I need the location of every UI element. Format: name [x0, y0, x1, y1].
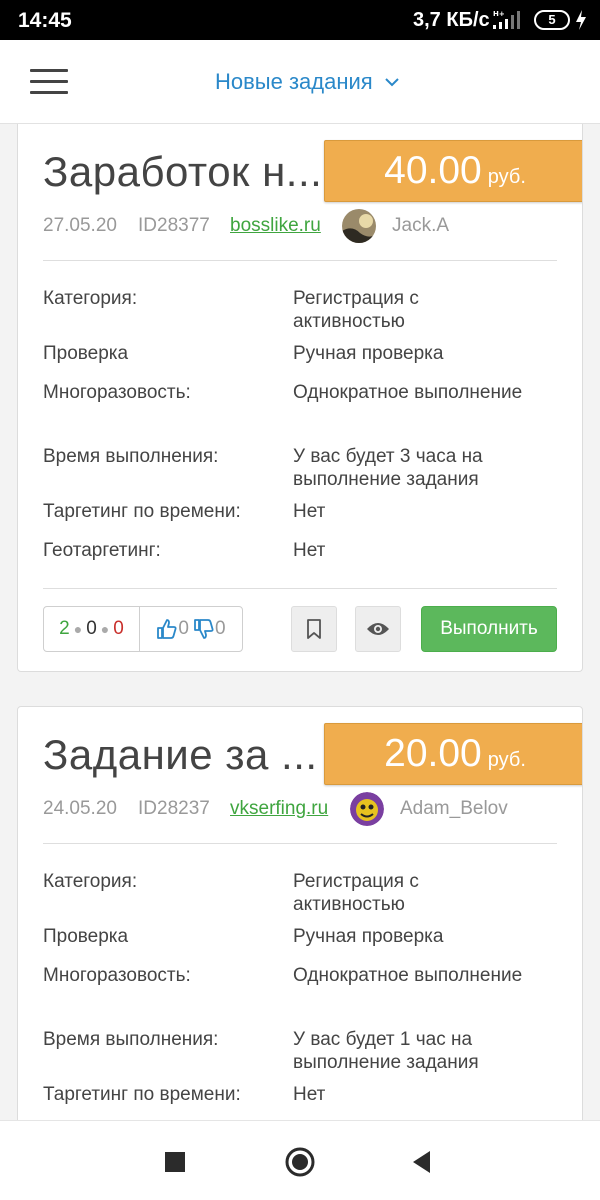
task-site-link[interactable]: bosslike.ru: [230, 215, 342, 237]
dislike-count: 0: [215, 618, 226, 639]
thumbs-up-icon: [157, 619, 177, 639]
divider: [43, 843, 557, 844]
avatar[interactable]: [342, 209, 376, 243]
rating: 0 0: [140, 607, 242, 651]
task-id: ID28237: [138, 798, 210, 819]
detail-label: Проверка: [43, 926, 129, 947]
done-count: 2: [59, 618, 70, 639]
task-site-link[interactable]: vkserfing.ru: [230, 798, 350, 820]
detail-label: Проверка: [43, 343, 129, 364]
chevron-down-icon: [385, 78, 399, 87]
detail-value: У вас будет 3 часа на выполнение задания: [293, 446, 483, 490]
detail-label: Категория:: [43, 288, 138, 309]
detail-value: Однократное выполнение: [293, 382, 523, 403]
preview-button[interactable]: [355, 606, 401, 652]
detail-value: Ручная проверка: [293, 926, 444, 947]
detail-label: Многоразовость:: [43, 382, 191, 403]
like-button[interactable]: 0: [156, 618, 189, 640]
rejected-count: 0: [113, 618, 124, 639]
pending-count: 0: [86, 618, 97, 639]
detail-value: Регистрация с активностью: [293, 871, 419, 915]
detail-label: Геотаргетинг:: [43, 540, 161, 561]
detail-value: Нет: [293, 501, 326, 522]
task-author[interactable]: Jack.A: [392, 215, 449, 237]
task-price-badge: 40.00 руб.: [324, 140, 582, 202]
eye-icon: [367, 623, 389, 635]
divider: [43, 588, 557, 589]
detail-value: У вас будет 1 час на выполнение задания: [293, 1029, 479, 1073]
detail-label: Таргетинг по времени:: [43, 1084, 241, 1105]
detail-value: Ручная проверка: [293, 343, 444, 364]
divider: [43, 260, 557, 261]
task-card: Задание за ... 20.00 руб. 24.05.20 ID2823…: [17, 706, 583, 1136]
section-title: Новые задания: [215, 69, 373, 94]
hamburger-menu-icon[interactable]: [30, 69, 68, 95]
task-price: 20.00: [384, 732, 482, 775]
thumbs-down-icon: [194, 619, 214, 639]
detail-label: Таргетинг по времени:: [43, 501, 241, 522]
task-meta: 27.05.20 ID28377 bosslike.ru Jack.A: [43, 209, 449, 243]
detail-value: Однократное выполнение: [293, 965, 523, 986]
detail-label: Категория:: [43, 871, 138, 892]
bookmark-button[interactable]: [291, 606, 337, 652]
task-stats: 2 ● 0 ● 0 0 0: [43, 606, 243, 652]
app-header: Новые задания: [0, 40, 600, 124]
task-title[interactable]: Задание за ...: [43, 731, 318, 779]
task-price-badge: 20.00 руб.: [324, 723, 582, 785]
like-count: 0: [178, 618, 189, 639]
dislike-button[interactable]: 0: [193, 618, 226, 640]
recent-apps-button[interactable]: [164, 1151, 186, 1173]
task-price: 40.00: [384, 149, 482, 192]
task-author[interactable]: Adam_Belov: [400, 798, 508, 820]
system-nav-bar: [0, 1120, 600, 1200]
charging-icon: [576, 10, 586, 30]
task-date: 27.05.20: [43, 215, 117, 236]
task-meta: 24.05.20 ID28237 vkserfing.ru Adam_Belov: [43, 792, 508, 826]
back-button[interactable]: [410, 1149, 432, 1175]
detail-label: Время выполнения:: [43, 446, 219, 467]
task-card: Заработок н... 40.00 руб. 27.05.20 ID2837…: [17, 124, 583, 672]
section-dropdown[interactable]: Новые задания: [215, 66, 399, 98]
signal-icon: H+: [493, 10, 520, 29]
avatar[interactable]: [350, 792, 384, 826]
execute-button[interactable]: Выполнить: [421, 606, 557, 652]
battery-level: 5: [548, 12, 556, 27]
detail-label: Время выполнения:: [43, 1029, 219, 1050]
task-currency: руб.: [487, 166, 526, 188]
battery-icon: 5: [534, 10, 570, 30]
home-button[interactable]: [284, 1146, 316, 1178]
status-network-speed: 3,7 КБ/с: [413, 9, 490, 31]
task-currency: руб.: [487, 749, 526, 771]
task-id: ID28377: [138, 215, 210, 236]
bookmark-icon: [307, 619, 321, 639]
detail-value: Нет: [293, 1084, 326, 1105]
task-date: 24.05.20: [43, 798, 117, 819]
detail-value: Нет: [293, 540, 326, 561]
completion-counts: 2 ● 0 ● 0: [44, 607, 140, 651]
detail-label: Многоразовость:: [43, 965, 191, 986]
detail-value: Регистрация с активностью: [293, 288, 419, 332]
status-bar: 14:45 3,7 КБ/с H+ 5: [0, 0, 600, 40]
status-time: 14:45: [18, 9, 72, 32]
svg-text:H+: H+: [493, 10, 505, 18]
task-title[interactable]: Заработок н...: [43, 148, 322, 196]
